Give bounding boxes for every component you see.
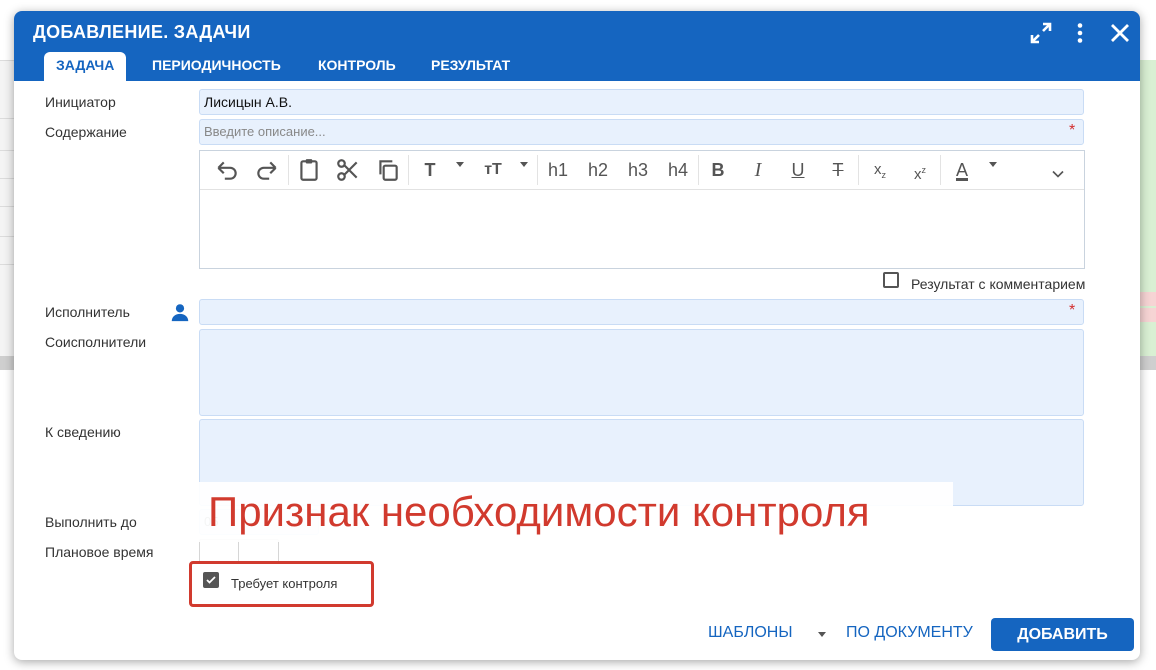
subscript-button[interactable]: xz: [868, 157, 892, 183]
add-task-dialog: ДОБАВЛЕНИЕ. ЗАДАЧИ ЗАДАЧА ПЕРИОДИЧНОСТЬ …: [14, 11, 1140, 660]
executor-field[interactable]: [199, 299, 1084, 325]
add-button[interactable]: ДОБАВИТЬ: [991, 618, 1134, 651]
subscript-mark: z: [881, 170, 887, 180]
toolbar-separator: [288, 155, 289, 185]
rich-text-editor: T тT h1 h2 h3 h4 B I U T xz xz A: [199, 150, 1085, 269]
superscript-mark: z: [921, 165, 927, 175]
underline-button[interactable]: U: [786, 157, 810, 183]
co-executors-label: Соисполнители: [45, 334, 147, 350]
chevron-down-icon[interactable]: [989, 162, 997, 167]
toolbar-separator: [698, 155, 699, 185]
subscript-label: x: [874, 161, 882, 178]
text-case-button[interactable]: тT: [480, 157, 506, 183]
paste-icon[interactable]: [296, 157, 322, 183]
annotation-highlight-box: [189, 561, 374, 607]
cut-icon[interactable]: [335, 157, 361, 183]
background-status-cell: [1140, 292, 1156, 306]
chevron-down-icon[interactable]: [456, 162, 464, 167]
person-icon[interactable]: [169, 301, 191, 323]
deadline-label: Выполнить до: [45, 514, 137, 530]
undo-icon[interactable]: [214, 157, 240, 183]
required-mark: *: [1069, 302, 1076, 319]
chevron-down-icon[interactable]: [520, 162, 528, 167]
heading-2-button[interactable]: h2: [584, 157, 612, 183]
superscript-label: x: [914, 166, 922, 183]
tab-result[interactable]: РЕЗУЛЬТАТ: [431, 52, 510, 81]
toolbar-separator: [408, 155, 409, 185]
bold-button[interactable]: B: [706, 157, 730, 183]
planned-time-field[interactable]: [199, 539, 279, 563]
heading-4-button[interactable]: h4: [664, 157, 692, 183]
content-label: Содержание: [45, 124, 127, 140]
heading-3-button[interactable]: h3: [624, 157, 652, 183]
text-size-button[interactable]: T: [418, 157, 442, 183]
field-divider: [238, 540, 239, 562]
toolbar-separator: [858, 155, 859, 185]
expand-toolbar-icon[interactable]: [1048, 161, 1068, 187]
dialog-header: ДОБАВЛЕНИЕ. ЗАДАЧИ ЗАДАЧА ПЕРИОДИЧНОСТЬ …: [14, 11, 1140, 81]
redo-icon[interactable]: [254, 157, 280, 183]
required-mark: *: [1069, 122, 1076, 139]
co-executors-field[interactable]: [199, 329, 1084, 416]
initiator-field[interactable]: Лисицын А.В.: [199, 89, 1084, 115]
italic-button[interactable]: I: [746, 157, 770, 183]
strikethrough-button[interactable]: T: [826, 157, 850, 183]
dialog-title: ДОБАВЛЕНИЕ. ЗАДАЧИ: [33, 22, 251, 42]
font-color-button[interactable]: A: [950, 157, 974, 183]
executor-label: Исполнитель: [45, 304, 130, 320]
result-with-comment-checkbox[interactable]: [883, 272, 899, 288]
by-document-button[interactable]: ПО ДОКУМЕНТУ: [846, 624, 973, 642]
chevron-down-icon[interactable]: [818, 632, 826, 637]
annotation-callout: Признак необходимости контроля: [198, 482, 953, 542]
copy-icon[interactable]: [375, 157, 401, 183]
initiator-label: Инициатор: [45, 94, 116, 110]
toolbar-separator: [537, 155, 538, 185]
superscript-button[interactable]: xz: [908, 157, 932, 183]
result-with-comment-label: Результат с комментарием: [911, 276, 1086, 292]
editor-toolbar: T тT h1 h2 h3 h4 B I U T xz xz A: [200, 151, 1084, 190]
planned-time-label: Плановое время: [45, 544, 154, 560]
expand-icon[interactable]: [1029, 21, 1053, 45]
heading-1-button[interactable]: h1: [544, 157, 572, 183]
tab-task[interactable]: ЗАДАЧА: [44, 52, 127, 81]
more-vert-icon[interactable]: [1068, 21, 1092, 45]
toolbar-separator: [940, 155, 941, 185]
tab-periodicity[interactable]: ПЕРИОДИЧНОСТЬ: [152, 52, 281, 81]
tab-control[interactable]: КОНТРОЛЬ: [318, 52, 396, 81]
background-status-cell: [1140, 308, 1156, 322]
content-input[interactable]: Введите описание...: [199, 119, 1084, 145]
close-icon[interactable]: [1108, 21, 1132, 45]
templates-button[interactable]: ШАБЛОНЫ: [708, 624, 793, 642]
for-info-label: К сведению: [45, 424, 121, 440]
